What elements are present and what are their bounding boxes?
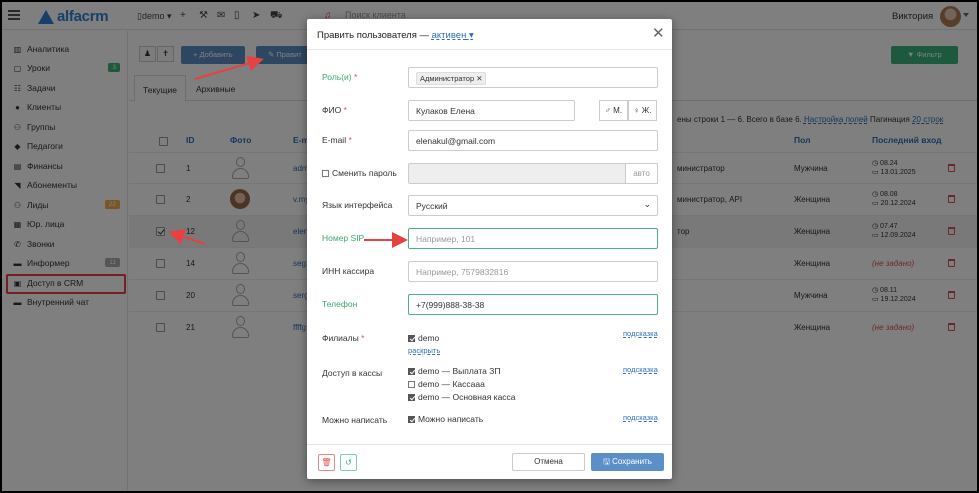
branches-label-text: Филиалы bbox=[322, 333, 359, 343]
cash-option[interactable]: demo — Выплата ЗП bbox=[408, 366, 501, 376]
phone-label: Телефон bbox=[322, 299, 358, 309]
can-write-option-label: Можно написать bbox=[418, 414, 484, 424]
expand-link[interactable]: раскрыть bbox=[408, 346, 440, 355]
screenshot-frame: alfacrm ▯demo ▾ + ⚒ ✉ ▯ ➤ ⛟ ♫ Поиск клие… bbox=[2, 2, 977, 491]
auto-password-button[interactable]: авто bbox=[625, 163, 658, 184]
reset-button[interactable]: ↺ bbox=[340, 454, 357, 471]
cash-option[interactable]: demo — Кассааа bbox=[408, 379, 485, 389]
modal-title-text: Править пользователя — bbox=[317, 30, 429, 41]
status-dropdown[interactable]: активен ▾ bbox=[432, 30, 474, 41]
cash-option[interactable]: demo — Основная касса bbox=[408, 392, 516, 402]
roles-label: Роль(и) * bbox=[322, 72, 357, 82]
can-write-option[interactable]: Можно написать bbox=[408, 414, 483, 424]
role-tag[interactable]: Администратор ✕ bbox=[416, 72, 487, 85]
required-mark: * bbox=[354, 72, 358, 82]
change-password-label: Сменить пароль bbox=[332, 168, 397, 178]
can-write-hint-link[interactable]: подсказка bbox=[623, 413, 658, 422]
gender-female-button[interactable]: ♀ Ж. bbox=[628, 100, 657, 121]
cancel-button[interactable]: Отмена bbox=[512, 453, 585, 471]
save-button[interactable]: 🖫 Сохранить bbox=[591, 453, 664, 471]
password-input bbox=[408, 163, 626, 184]
inn-input[interactable]: Например, 7579832816 bbox=[408, 261, 658, 282]
required-mark: * bbox=[343, 105, 347, 115]
email-label-text: E-mail bbox=[322, 135, 347, 145]
status-text: активен bbox=[431, 30, 467, 41]
chevron-down-icon: ⌄ bbox=[643, 199, 651, 209]
cash-option-label: demo — Основная касса bbox=[418, 392, 516, 402]
delete-user-button[interactable]: 🗑 bbox=[318, 454, 335, 471]
branches-hint-link[interactable]: подсказка bbox=[623, 329, 658, 338]
undo-icon: ↺ bbox=[345, 458, 352, 467]
language-value: Русский bbox=[416, 201, 448, 211]
inn-label: ИНН кассира bbox=[322, 266, 375, 276]
roles-label-text: Роль(и) bbox=[322, 72, 352, 82]
modal-header: Править пользователя — активен ▾ ✕ bbox=[307, 19, 672, 50]
fio-label: ФИО * bbox=[322, 105, 347, 115]
email-label: E-mail * bbox=[322, 135, 352, 145]
modal-footer: 🗑 ↺ Отмена 🖫 Сохранить bbox=[307, 444, 672, 479]
can-write-checkbox[interactable] bbox=[408, 416, 415, 423]
fio-input[interactable]: Кулаков Елена bbox=[408, 100, 575, 121]
required-mark: * bbox=[361, 333, 365, 343]
email-input[interactable]: elenakul@gmail.com bbox=[408, 130, 658, 151]
cash-access-label: Доступ в кассы bbox=[322, 368, 383, 378]
cash-checkbox[interactable] bbox=[408, 381, 415, 388]
modal-title: Править пользователя — активен ▾ bbox=[317, 30, 474, 41]
language-select[interactable]: Русский ⌄ bbox=[408, 195, 658, 216]
phone-input[interactable]: +7(999)888-38-38 bbox=[408, 294, 658, 315]
cash-option-label: demo — Выплата ЗП bbox=[418, 366, 501, 376]
cash-hint-link[interactable]: подсказка bbox=[623, 365, 658, 374]
fio-label-text: ФИО bbox=[322, 105, 342, 115]
branch-option[interactable]: demo bbox=[408, 333, 439, 343]
edit-user-modal: Править пользователя — активен ▾ ✕ Роль(… bbox=[307, 19, 672, 479]
gender-male-button[interactable]: ♂ М. bbox=[599, 100, 628, 121]
cash-checkbox[interactable] bbox=[408, 368, 415, 375]
can-write-label: Можно написать bbox=[322, 415, 388, 425]
branches-label: Филиалы * bbox=[322, 333, 364, 343]
change-password-option[interactable]: Сменить пароль bbox=[322, 168, 397, 178]
branch-option-label: demo bbox=[418, 333, 440, 343]
roles-select[interactable]: Администратор ✕ bbox=[408, 67, 658, 88]
sip-label: Номер SIP bbox=[322, 233, 365, 243]
change-password-checkbox[interactable] bbox=[322, 170, 329, 177]
branch-checkbox[interactable] bbox=[408, 335, 415, 342]
cash-checkbox[interactable] bbox=[408, 394, 415, 401]
close-icon[interactable]: ✕ bbox=[652, 26, 665, 41]
trash-icon: 🗑 bbox=[321, 458, 332, 467]
required-mark: * bbox=[348, 135, 352, 145]
cash-option-label: demo — Кассааа bbox=[418, 379, 485, 389]
sip-input[interactable]: Например, 101 bbox=[408, 228, 658, 249]
language-label: Язык интерфейса bbox=[322, 200, 393, 210]
